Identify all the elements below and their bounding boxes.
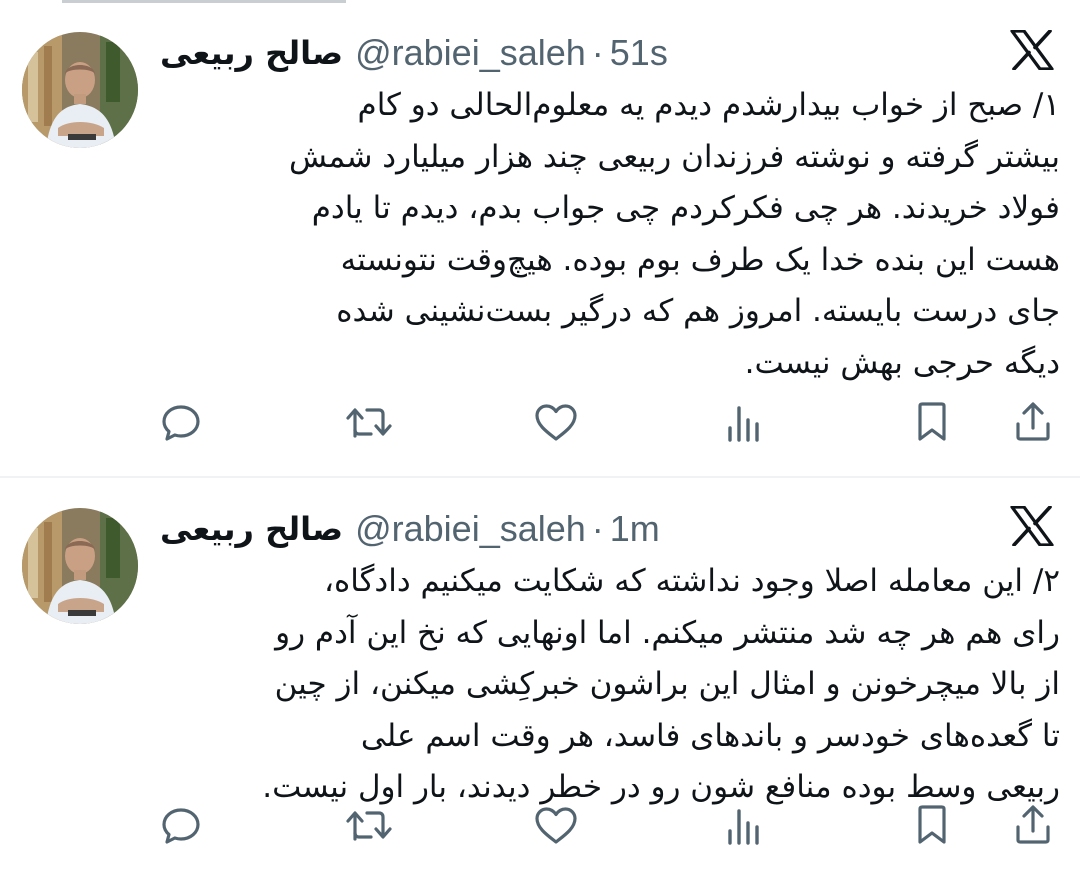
like-button[interactable]	[532, 398, 580, 446]
tweet-line: جای درست بایسته. امروز هم که درگیر بست‌ن…	[336, 293, 1060, 329]
x-logo-icon	[1010, 29, 1054, 71]
reply-button[interactable]	[158, 398, 206, 446]
like-icon	[535, 807, 577, 844]
tweet-line: ۱/ صبح از خواب بیدارشدم دیدم یه معلوم‌ال…	[357, 87, 1060, 123]
views-icon	[728, 809, 759, 845]
tweet-2[interactable]: صالح ربیعی @rabiei_saleh · 1m ۲/ این معا…	[0, 478, 1080, 886]
tweet-line: تا گعده‌های خودسر و باندهای فاسد، هر وقت…	[360, 717, 1060, 754]
like-button[interactable]	[532, 801, 580, 849]
tweet-time[interactable]: 1m	[610, 508, 660, 550]
avatar-photo	[22, 508, 138, 624]
reply-icon	[162, 808, 200, 844]
retweet-button[interactable]	[345, 801, 393, 849]
action-bar	[0, 801, 1080, 851]
tweet-line: بیشتر گرفته و نوشته فرزندان ربیعی چند هز…	[289, 138, 1060, 175]
tweet-line: هست این بنده خدا یک طرف بوم بوده. هیچ‌وق…	[340, 241, 1060, 278]
separator-dot: ·	[591, 32, 604, 73]
views-icon	[728, 406, 759, 442]
separator-dot: ·	[591, 508, 604, 549]
x-logo-icon	[1010, 505, 1054, 547]
bookmark-icon	[918, 805, 946, 844]
avatar[interactable]	[22, 32, 138, 148]
avatar[interactable]	[22, 508, 138, 624]
tweet-header: صالح ربیعی @rabiei_saleh · 1m	[160, 504, 660, 554]
like-icon	[535, 404, 577, 441]
views-button[interactable]	[720, 398, 768, 446]
tweet-line: از بالا میچرخونن و امثال این براشون خبرک…	[274, 666, 1060, 702]
bookmark-icon	[918, 402, 946, 441]
tweet-text: ۱/ صبح از خواب بیدارشدم دیدم یه معلوم‌ال…	[150, 80, 1060, 389]
reply-icon	[162, 405, 200, 441]
avatar-photo	[22, 32, 138, 148]
tweet-1[interactable]: صالح ربیعی @rabiei_saleh · 51s ۱/ صبح از…	[0, 0, 1080, 476]
tweet-line: فولاد خریدند. هر چی فکرکردم چی جواب بدم،…	[311, 190, 1060, 226]
bookmark-button[interactable]	[908, 801, 956, 849]
retweet-button[interactable]	[345, 398, 393, 446]
tweet-line: ۲/ این معامله اصلا وجود نداشته که شکایت …	[323, 563, 1060, 599]
author-handle[interactable]: @rabiei_saleh	[355, 508, 586, 550]
author-name[interactable]: صالح ربیعی	[160, 34, 343, 72]
tweet-time[interactable]: 51s	[610, 32, 668, 74]
share-button[interactable]	[1009, 398, 1057, 446]
views-button[interactable]	[720, 801, 768, 849]
tweet-line: دیگه حرجی بهش نیست.	[744, 344, 1060, 381]
share-button[interactable]	[1009, 801, 1057, 849]
reply-button[interactable]	[158, 801, 206, 849]
action-bar	[0, 398, 1080, 448]
tweet-text: ۲/ این معامله اصلا وجود نداشته که شکایت …	[150, 556, 1060, 814]
author-name[interactable]: صالح ربیعی	[160, 510, 343, 548]
share-icon	[1016, 805, 1050, 844]
retweet-icon	[346, 408, 392, 438]
tweet-header: صالح ربیعی @rabiei_saleh · 51s	[160, 28, 668, 78]
author-handle[interactable]: @rabiei_saleh	[355, 32, 586, 74]
tweet-line: رای هم هر چه شد منتشر میکنم. اما اونهایی…	[275, 614, 1060, 651]
share-icon	[1016, 402, 1050, 441]
retweet-icon	[346, 811, 392, 841]
bookmark-button[interactable]	[908, 398, 956, 446]
